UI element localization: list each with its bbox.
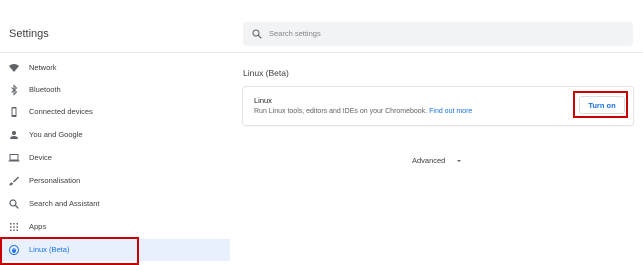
sidebar-item-search-and-assistant[interactable]: Search and Assistant (0, 193, 230, 215)
search-icon (252, 29, 262, 39)
bluetooth-icon (11, 84, 18, 96)
phone-icon (11, 107, 17, 117)
sidebar-item-bluetooth[interactable]: Bluetooth (0, 79, 230, 101)
sidebar-item-label: You and Google (29, 130, 83, 139)
wifi-icon (9, 64, 19, 72)
sidebar-item-label: Device (29, 153, 52, 162)
chevron-down-icon[interactable] (455, 157, 463, 165)
card-description: Run Linux tools, editors and IDEs on you… (254, 108, 472, 115)
sidebar-item-label: Network (29, 63, 57, 72)
sidebar-item-label: Apps (29, 222, 47, 231)
app-title: Settings (9, 28, 49, 40)
sidebar-item-label: Personalisation (29, 176, 81, 185)
apps-grid-icon (10, 223, 18, 231)
sidebar-item-connected-devices[interactable]: Connected devices (0, 101, 230, 123)
sidebar-item-network[interactable]: Network (0, 57, 230, 79)
sidebar-item-label: Connected devices (29, 107, 93, 116)
person-icon (10, 131, 18, 139)
sidebar-item-you-and-google[interactable]: You and Google (0, 124, 230, 146)
sidebar-item-personalisation[interactable]: Personalisation (0, 170, 230, 192)
search-placeholder: Search settings (269, 29, 321, 38)
search-input[interactable]: Search settings (243, 22, 633, 46)
advanced-toggle[interactable]: Advanced (412, 156, 445, 165)
sidebar-item-label: Bluetooth (29, 85, 61, 94)
section-title: Linux (Beta) (243, 68, 289, 78)
find-out-more-link[interactable]: Find out more (429, 108, 472, 115)
sidebar: Network Bluetooth Connected devices You … (0, 53, 230, 265)
brush-icon (9, 176, 19, 186)
card-description-text: Run Linux tools, editors and IDEs on you… (254, 108, 428, 115)
laptop-icon (8, 154, 20, 162)
highlight-annotation-button (573, 91, 628, 118)
sidebar-item-label: Search and Assistant (29, 199, 100, 208)
search-icon (9, 199, 19, 209)
sidebar-item-apps[interactable]: Apps (0, 216, 230, 238)
card-title: Linux (254, 96, 272, 105)
settings-window: Settings Search settings Network Bluetoo… (0, 0, 643, 265)
header: Settings Search settings (0, 0, 643, 53)
sidebar-item-device[interactable]: Device (0, 147, 230, 169)
highlight-annotation-sidebar (0, 237, 139, 265)
